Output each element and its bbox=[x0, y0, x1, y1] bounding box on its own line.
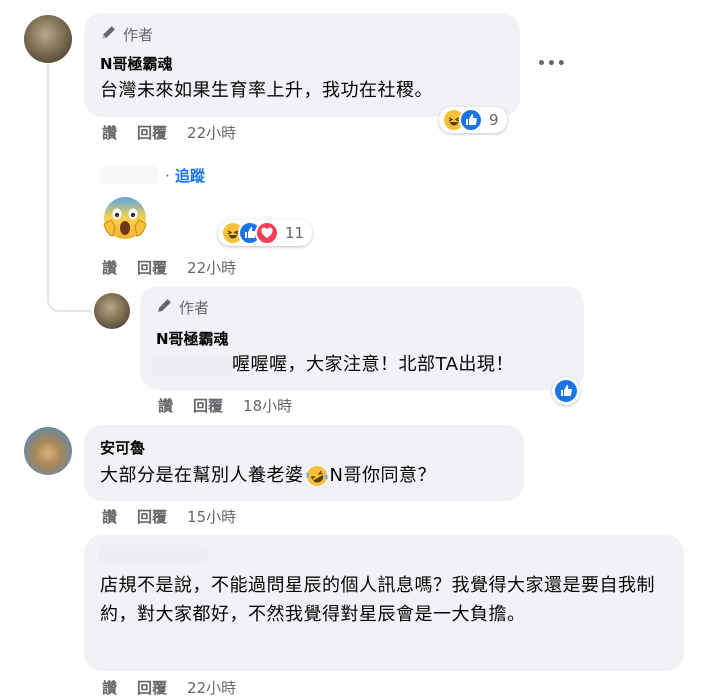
redacted-name bbox=[100, 166, 158, 184]
thread-connector bbox=[47, 212, 91, 312]
comment-actions: 讚 回覆 22小時 bbox=[102, 122, 236, 143]
like-button[interactable]: 讚 bbox=[102, 122, 117, 143]
commenter-name[interactable]: N哥極霸魂 bbox=[100, 53, 173, 74]
rofl-emoji bbox=[305, 465, 328, 487]
reactions-summary[interactable] bbox=[552, 377, 580, 405]
like-button[interactable]: 讚 bbox=[102, 506, 117, 527]
like-icon bbox=[459, 108, 483, 132]
like-button[interactable]: 讚 bbox=[158, 395, 173, 416]
comment-text: 店規不是說，不能過問星辰的個人訊息嗎？我覺得大家還是要自我制約，對大家都好，不然… bbox=[100, 575, 655, 625]
reply-button[interactable]: 回覆 bbox=[137, 506, 167, 527]
timestamp[interactable]: 18小時 bbox=[243, 395, 292, 416]
comment-bubble: 安可魯 大部分是在幫別人養老婆 N哥你同意？ bbox=[84, 425, 524, 501]
timestamp[interactable]: 22小時 bbox=[187, 257, 236, 278]
thread-line bbox=[47, 64, 49, 212]
reply-button[interactable]: 回覆 bbox=[137, 677, 167, 698]
reply-button[interactable]: 回覆 bbox=[137, 122, 167, 143]
like-button[interactable]: 讚 bbox=[102, 257, 117, 278]
pencil-icon bbox=[156, 297, 173, 318]
avatar[interactable] bbox=[94, 293, 130, 329]
comment-bubble: 作者 N哥極霸魂 喔喔喔，大家注意！北部TA出現！ bbox=[140, 286, 584, 390]
timestamp[interactable]: 22小時 bbox=[187, 122, 236, 143]
redacted-mention bbox=[152, 354, 232, 376]
heart-icon bbox=[255, 221, 279, 245]
reactions-summary[interactable]: 11 bbox=[218, 220, 313, 246]
comment-text: 喔喔喔，大家注意！北部TA出現！ bbox=[232, 354, 514, 375]
comment-actions: 讚 回覆 18小時 bbox=[158, 395, 292, 416]
commenter-name[interactable]: 安可魯 bbox=[100, 437, 145, 458]
reply-button[interactable]: 回覆 bbox=[193, 395, 223, 416]
like-icon bbox=[554, 379, 578, 403]
comment-actions: 讚 回覆 22小時 bbox=[102, 257, 236, 278]
comment-text: 大部分是在幫別人養老婆 N哥你同意？ bbox=[100, 461, 436, 490]
comment-actions: 讚 回覆 22小時 bbox=[102, 677, 236, 698]
commenter-name[interactable]: N哥極霸魂 bbox=[156, 328, 229, 349]
comment-text: 台灣未來如果生育率上升，我功在社稷。 bbox=[100, 80, 433, 101]
pencil-icon bbox=[100, 24, 117, 45]
comment-bubble: 作者 N哥極霸魂 台灣未來如果生育率上升，我功在社稷。 bbox=[84, 13, 520, 117]
author-badge: 作者 bbox=[156, 297, 209, 318]
scream-emoji bbox=[101, 194, 149, 242]
like-button[interactable]: 讚 bbox=[102, 677, 117, 698]
more-options-icon[interactable]: ••• bbox=[537, 56, 567, 72]
timestamp[interactable]: 15小時 bbox=[187, 506, 236, 527]
timestamp[interactable]: 22小時 bbox=[187, 677, 236, 698]
avatar[interactable] bbox=[24, 427, 72, 475]
reactions-summary[interactable]: 9 bbox=[439, 107, 507, 133]
comment-actions: 讚 回覆 15小時 bbox=[102, 506, 236, 527]
comment-bubble: 店規不是說，不能過問星辰的個人訊息嗎？我覺得大家還是要自我制約，對大家都好，不然… bbox=[84, 535, 684, 671]
avatar[interactable] bbox=[24, 15, 72, 63]
redacted-name bbox=[98, 545, 208, 563]
author-badge: 作者 bbox=[100, 24, 153, 45]
reply-button[interactable]: 回覆 bbox=[137, 257, 167, 278]
follow-link[interactable]: · 追蹤 bbox=[165, 165, 205, 186]
